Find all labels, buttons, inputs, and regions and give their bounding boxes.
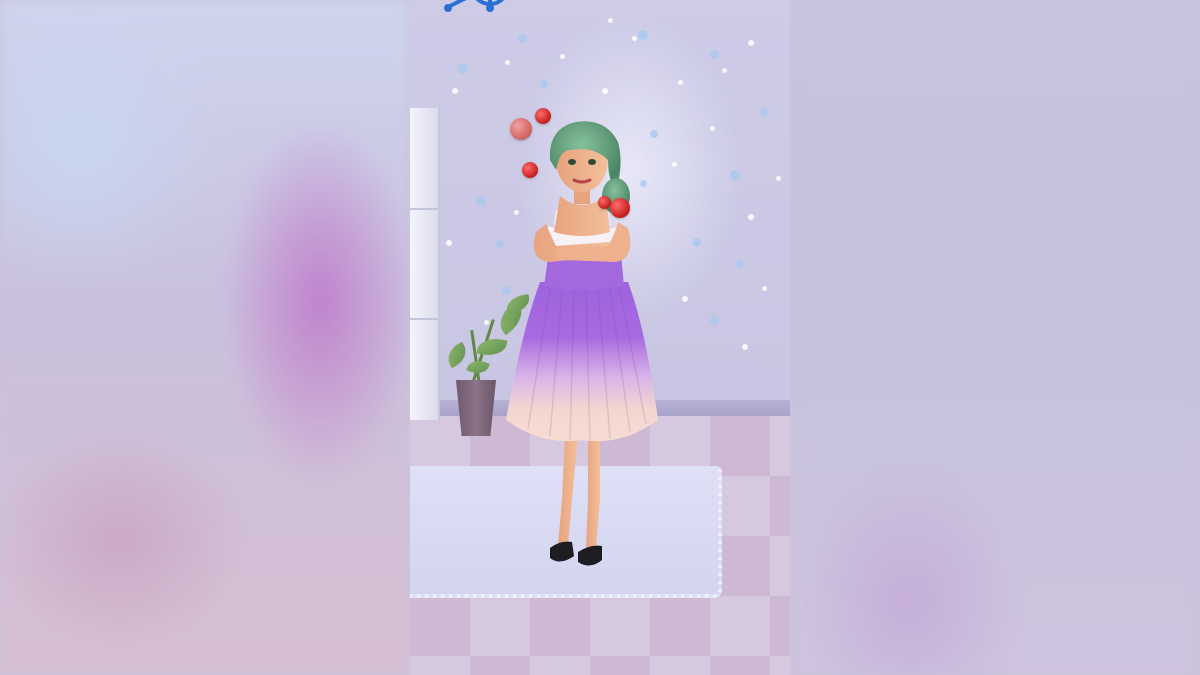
blurred-letterbox-right [790,0,1200,675]
angry-face-icon [510,118,532,140]
screenshot-frame [0,0,1200,675]
player-character[interactable] [410,0,790,675]
angry-face-icon [522,162,538,178]
angry-face-icon [535,108,551,124]
game-viewport[interactable] [410,0,790,675]
angry-face-icon [598,196,611,209]
angry-face-icon [610,198,630,218]
blurred-letterbox-left [0,0,410,675]
